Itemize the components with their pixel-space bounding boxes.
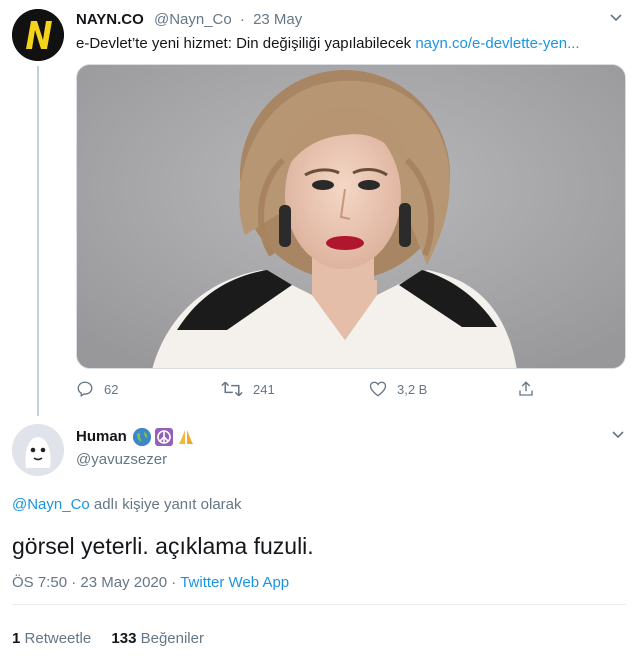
reply-author-row: Human bbox=[76, 427, 195, 447]
author-name[interactable]: NAYN.CO bbox=[76, 11, 144, 28]
nayn-logo bbox=[12, 9, 64, 61]
like-action[interactable]: 3,2 B bbox=[369, 380, 427, 398]
globe-emoji bbox=[132, 428, 151, 446]
replying-to: @Nayn_Co adlı kişiye yanıt olarak bbox=[12, 495, 242, 515]
meta-separator: · bbox=[67, 574, 81, 591]
thread-line bbox=[37, 66, 39, 416]
reply-tweet: Human @yavuzsezer @Nayn_Co adlı kişiye y… bbox=[0, 415, 635, 663]
retweet-icon bbox=[221, 381, 243, 397]
reply-time[interactable]: ÖS 7:50 bbox=[12, 574, 67, 591]
reply-meta: ÖS 7:50 · 23 May 2020 · Twitter Web App bbox=[12, 573, 289, 593]
retweet-stat[interactable]: 1 Retweetle bbox=[12, 630, 91, 647]
like-stat-label: Beğeniler bbox=[140, 630, 204, 647]
like-icon bbox=[369, 381, 387, 397]
chevron-down-icon[interactable] bbox=[610, 14, 622, 22]
share-action[interactable] bbox=[517, 380, 545, 398]
retweet-stat-count: 1 bbox=[12, 630, 21, 647]
reply-action[interactable]: 62 bbox=[76, 380, 118, 398]
reply-count: 62 bbox=[104, 381, 119, 397]
reply-author-handle[interactable]: @yavuzsezer bbox=[76, 450, 167, 470]
original-tweet[interactable]: NAYN.CO @Nayn_Co · 23 May e-Devlet’te ye… bbox=[0, 0, 635, 416]
reply-icon bbox=[77, 381, 93, 397]
tweet-photo[interactable] bbox=[76, 64, 626, 369]
like-count: 3,2 B bbox=[397, 381, 428, 397]
separator-dot: · bbox=[239, 11, 245, 28]
nayn-avatar[interactable] bbox=[12, 9, 64, 61]
replying-to-suffix: adlı kişiye yanıt olarak bbox=[89, 496, 242, 513]
divider bbox=[12, 604, 626, 605]
reply-author-name[interactable]: Human bbox=[76, 427, 127, 447]
author-handle[interactable]: @Nayn_Co bbox=[154, 11, 232, 28]
reply-source[interactable]: Twitter Web App bbox=[180, 574, 289, 591]
reply-stats: 1 Retweetle 133 Beğeniler bbox=[12, 629, 204, 649]
meta-separator-2: · bbox=[167, 574, 181, 591]
retweet-stat-label: Retweetle bbox=[24, 630, 92, 647]
like-stat[interactable]: 133 Beğeniler bbox=[111, 630, 204, 647]
replying-to-handle[interactable]: @Nayn_Co bbox=[12, 496, 90, 513]
retweet-count: 241 bbox=[253, 381, 275, 397]
ghost-avatar-image bbox=[12, 424, 64, 476]
reply-date[interactable]: 23 May 2020 bbox=[80, 574, 167, 591]
retweet-action[interactable]: 241 bbox=[221, 380, 275, 398]
human-avatar[interactable] bbox=[12, 424, 64, 476]
tweet-text: e-Devlet’te yeni hizmet: Din değişiliği … bbox=[76, 34, 580, 54]
chevron-down-icon[interactable] bbox=[612, 431, 624, 439]
tweet-link[interactable]: nayn.co/e-devlette-yen... bbox=[415, 35, 579, 52]
tweet-date[interactable]: 23 May bbox=[253, 11, 302, 28]
tweet-body: e-Devlet’te yeni hizmet: Din değişiliği … bbox=[76, 35, 416, 52]
peace-emoji bbox=[154, 428, 173, 446]
reply-text: görsel yeterli. açıklama fuzuli. bbox=[12, 533, 314, 559]
tweet-actions: 62 241 3,2 B bbox=[76, 380, 546, 400]
tweet-header: NAYN.CO @Nayn_Co · 23 May bbox=[76, 10, 302, 30]
share-icon bbox=[519, 381, 533, 396]
like-stat-count: 133 bbox=[111, 630, 137, 647]
pray-emoji bbox=[177, 428, 195, 446]
portrait-image bbox=[77, 65, 625, 368]
